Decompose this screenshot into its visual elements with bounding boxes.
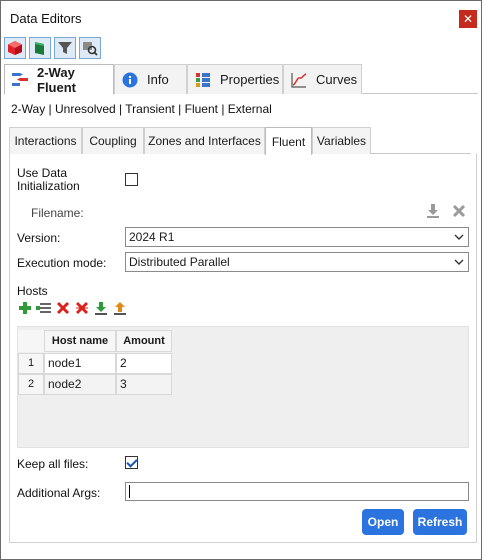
tab-label: Variables (316, 134, 367, 148)
sub-tab-bar: Interactions Coupling Zones and Interfac… (9, 127, 471, 155)
execution-mode-label: Execution mode: (17, 256, 107, 270)
path-breadcrumb: 2-Way | Unresolved | Transient | Fluent … (11, 102, 272, 116)
version-value: 2024 R1 (129, 230, 175, 244)
column-header-amount[interactable]: Amount (116, 330, 172, 352)
tab-properties[interactable]: Properties (187, 64, 283, 94)
main-tab-bar: 2-Way Fluent Info Properties Curves (4, 64, 478, 95)
search-data-icon (83, 42, 98, 56)
tab-label: Interactions (14, 134, 77, 148)
tab-fluent[interactable]: Fluent (265, 127, 312, 155)
open-button[interactable]: Open (362, 509, 404, 535)
window-title: Data Editors (10, 11, 82, 26)
amount-cell[interactable]: 2 (116, 353, 172, 374)
table-corner (18, 330, 44, 352)
hosts-label: Hosts (17, 284, 48, 298)
version-select[interactable]: 2024 R1 (125, 227, 469, 247)
use-data-init-label-line2: Initialization (17, 179, 80, 193)
filter-icon (58, 42, 72, 54)
tab-variables[interactable]: Variables (312, 127, 371, 154)
green-panel-icon (35, 42, 44, 55)
row-number: 2 (18, 374, 44, 395)
host-name-cell[interactable]: node1 (44, 353, 116, 374)
info-icon (121, 71, 139, 89)
insert-row-icon (36, 303, 51, 313)
tab-curves[interactable]: Curves (283, 64, 362, 94)
tab-interactions[interactable]: Interactions (9, 127, 82, 154)
download-icon (95, 302, 107, 315)
tab-2-way-fluent[interactable]: 2-Way Fluent (4, 64, 114, 95)
hosts-toolbar (17, 299, 128, 317)
data-editors-window: Data Editors ✕ 2-Way Fluent Info Propert… (0, 0, 482, 560)
red-cube-icon (8, 41, 22, 55)
tab-label: Curves (316, 72, 358, 87)
delete-all-icon (75, 301, 89, 315)
red-cube-button[interactable] (4, 37, 26, 59)
chevron-down-icon (454, 234, 464, 240)
version-label: Version: (17, 231, 61, 245)
filter-button[interactable] (54, 37, 76, 59)
keep-files-checkbox[interactable] (125, 456, 138, 469)
additional-args-input[interactable] (125, 482, 469, 501)
upload-icon (114, 302, 126, 315)
add-host-button[interactable] (17, 299, 33, 317)
insert-row-button[interactable] (36, 299, 52, 317)
row-number: 1 (18, 353, 44, 374)
delete-icon (56, 301, 70, 315)
tab-zones-and-interfaces[interactable]: Zones and Interfaces (144, 127, 265, 154)
export-hosts-button[interactable] (112, 299, 128, 317)
import-hosts-button[interactable] (93, 299, 109, 317)
use-data-init-label-line1: Use Data (17, 166, 68, 180)
tab-label: Zones and Interfaces (148, 134, 261, 148)
column-header-host-name[interactable]: Host name (44, 330, 116, 352)
close-icon: ✕ (462, 12, 474, 26)
search-data-button[interactable] (79, 37, 101, 59)
clear-file-button[interactable] (450, 202, 468, 220)
delete-host-button[interactable] (55, 299, 71, 317)
execution-mode-value: Distributed Parallel (129, 255, 230, 269)
use-data-init-checkbox[interactable] (125, 173, 138, 186)
keep-files-label: Keep all files: (17, 457, 89, 471)
download-icon (427, 204, 439, 218)
text-caret (129, 485, 130, 498)
tab-label: 2-Way Fluent (37, 64, 76, 95)
title-bar: Data Editors ✕ (1, 1, 481, 35)
host-name-cell[interactable]: node2 (44, 374, 116, 395)
tab-label: Fluent (271, 134, 306, 149)
refresh-button[interactable]: Refresh (413, 509, 467, 535)
tab-label: Coupling (89, 134, 137, 148)
tab-info[interactable]: Info (114, 64, 187, 94)
tab-label: Properties (220, 72, 280, 87)
close-button[interactable]: ✕ (459, 10, 477, 28)
tab-label: Info (147, 72, 169, 87)
editor-toolbar (4, 37, 101, 61)
amount-cell[interactable]: 3 (116, 374, 172, 395)
execution-mode-select[interactable]: Distributed Parallel (125, 252, 469, 272)
hosts-table: Host name Amount 1 node1 2 2 node2 3 (17, 326, 469, 448)
plus-icon (19, 302, 31, 314)
clear-icon (452, 204, 466, 218)
delete-all-button[interactable] (74, 299, 90, 317)
curves-icon (290, 71, 308, 89)
chevron-down-icon (454, 259, 464, 265)
green-panel-button[interactable] (29, 37, 51, 59)
coupling-icon (11, 71, 29, 89)
filename-label: Filename: (31, 206, 84, 220)
additional-args-label: Additional Args: (17, 486, 101, 500)
download-file-button[interactable] (424, 202, 442, 220)
properties-icon (194, 71, 212, 89)
tab-coupling[interactable]: Coupling (82, 127, 144, 154)
